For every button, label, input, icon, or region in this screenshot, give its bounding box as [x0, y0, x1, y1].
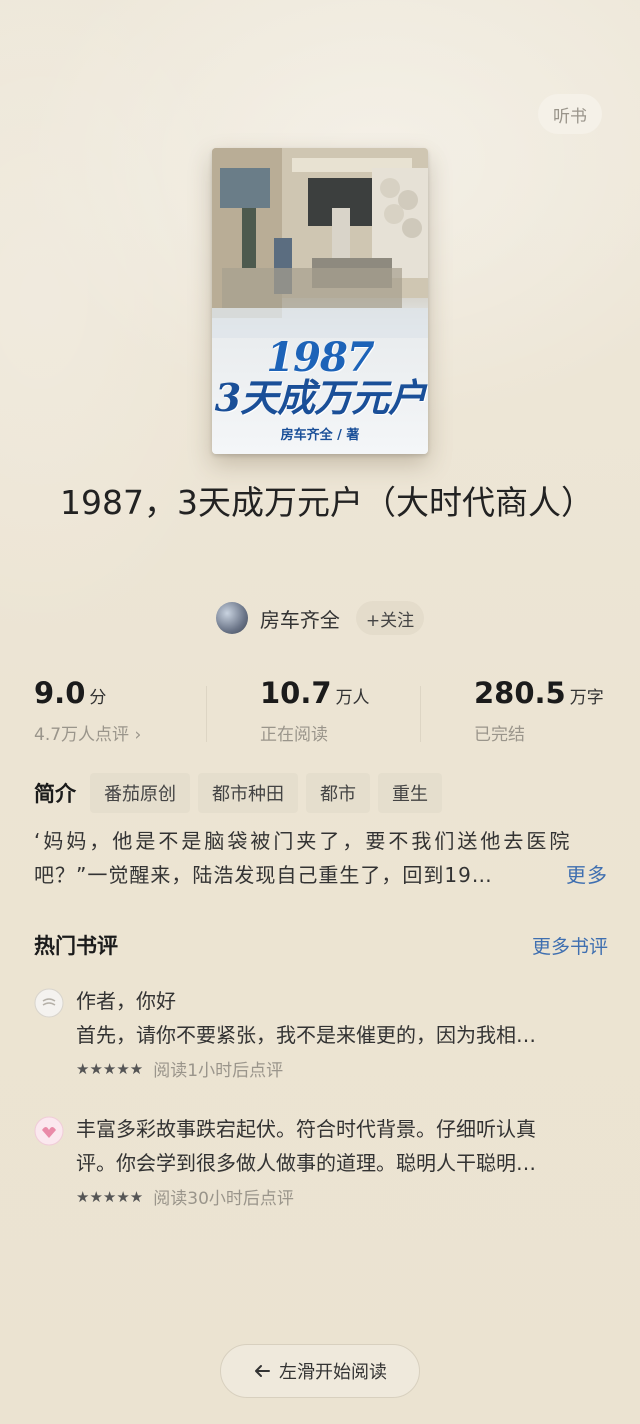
cover-title-main: 3天成万元户 [214, 375, 426, 420]
start-reading-button[interactable]: 左滑开始阅读 [220, 1344, 420, 1398]
more-reviews-link[interactable]: 更多书评 [532, 932, 608, 959]
listen-button[interactable]: 听书 [538, 94, 602, 134]
author-name[interactable]: 房车齐全 [260, 604, 340, 633]
synopsis-line: ‘妈妈，他是不是脑袋被门夹了，要不我们送他去医院 [34, 829, 573, 853]
review-text: 作者，你好 [76, 989, 176, 1013]
start-reading-label: 左滑开始阅读 [279, 1362, 387, 1383]
book-cover[interactable]: 1987 3天成万元户 房车齐全 / 著 [212, 148, 428, 454]
reviewer-avatar[interactable] [34, 988, 64, 1018]
tag-item[interactable]: 番茄原创 [90, 773, 190, 813]
readers-unit: 万人 [335, 688, 370, 708]
synopsis-line: 吧？”一觉醒来，陆浩发现自己重生了，回到19… [34, 863, 493, 887]
readers-value: 10.7 [260, 676, 332, 710]
synopsis-more-link[interactable]: 更多 [566, 858, 608, 892]
author-row: 房车齐全 +关注 [0, 598, 640, 638]
rating-stars-icon: ★★★★★ [76, 1187, 144, 1206]
divider [420, 686, 421, 742]
arrow-left-icon [255, 1365, 270, 1377]
rating-stars-icon: ★★★★★ [76, 1059, 144, 1078]
follow-button[interactable]: +关注 [355, 601, 425, 635]
cover-title-year: 1987 [266, 334, 374, 381]
reviews-header: 热门书评 更多书评 [34, 930, 608, 960]
cover-author: 房车齐全 / 著 [280, 428, 360, 443]
review-meta: 阅读30小时后点评 [153, 1189, 294, 1209]
review-text: 评。你会学到很多做人做事的道理。聪明人干聪明… [76, 1151, 536, 1175]
review-item[interactable]: 丰富多彩故事跌宕起伏。符合时代背景。仔细听认真 评。你会学到很多做人做事的道理。… [34, 1112, 608, 1222]
review-text: 丰富多彩故事跌宕起伏。符合时代背景。仔细听认真 [76, 1117, 536, 1141]
review-count-link[interactable]: 4.7万人点评 › [34, 720, 141, 745]
stat-score[interactable]: 9.0 分 4.7万人点评 › [34, 676, 141, 745]
book-title: 1987，3天成万元户（大时代商人） [60, 483, 594, 522]
score-value: 9.0 [34, 676, 86, 710]
stats-bar: 9.0 分 4.7万人点评 › 10.7 万人 正在阅读 280.5 万字 已完结 [0, 676, 640, 756]
intro-row: 简介 番茄原创 都市种田 都市 重生 [34, 772, 442, 814]
reviews-title: 热门书评 [34, 934, 118, 958]
synopsis-line-row: 吧？”一觉醒来，陆浩发现自己重生了，回到19… 更多 [34, 858, 608, 892]
score-unit: 分 [89, 688, 107, 708]
stat-readers: 10.7 万人 正在阅读 [260, 676, 370, 745]
words-unit: 万字 [569, 688, 604, 708]
author-avatar[interactable] [215, 602, 248, 634]
reviewer-avatar[interactable] [34, 1116, 64, 1146]
divider [206, 686, 207, 742]
tag-item[interactable]: 重生 [378, 773, 442, 813]
review-meta: 阅读1小时后点评 [153, 1061, 284, 1081]
words-value: 280.5 [474, 676, 566, 710]
review-text: 首先，请你不要紧张，我不是来催更的，因为我相… [76, 1023, 536, 1047]
status-label: 已完结 [474, 725, 525, 745]
tag-item[interactable]: 都市种田 [198, 773, 298, 813]
readers-label: 正在阅读 [260, 725, 328, 745]
stat-words: 280.5 万字 已完结 [474, 676, 604, 745]
synopsis[interactable]: ‘妈妈，他是不是脑袋被门夹了，要不我们送他去医院 吧？”一觉醒来，陆浩发现自己重… [34, 824, 608, 892]
review-item[interactable]: 作者，你好 首先，请你不要紧张，我不是来催更的，因为我相… ★★★★★ 阅读1小… [34, 984, 608, 1094]
intro-label: 简介 [34, 782, 76, 806]
tag-item[interactable]: 都市 [306, 773, 370, 813]
